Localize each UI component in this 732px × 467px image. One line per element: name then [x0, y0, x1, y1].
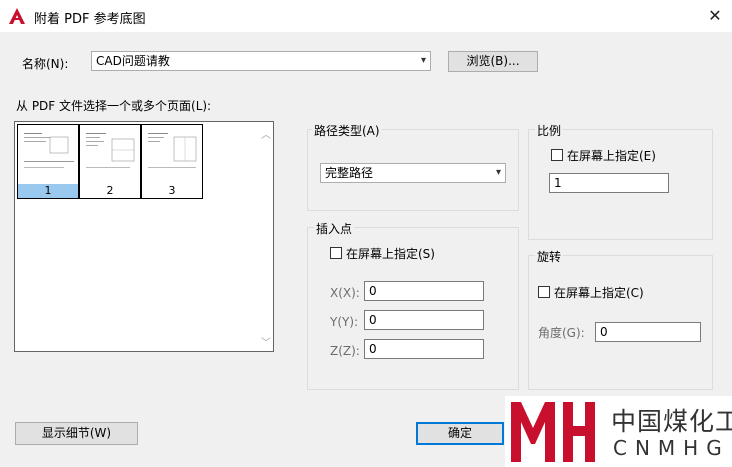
insertion-point-title: 插入点: [314, 220, 355, 237]
scroll-down-icon[interactable]: ﹀: [261, 334, 271, 349]
autocad-app-icon: [8, 7, 26, 25]
page-preview-image: [82, 127, 138, 183]
chevron-down-icon: ▾: [495, 167, 501, 178]
path-type-value: 完整路径: [325, 166, 374, 180]
page-number: 1: [18, 184, 78, 198]
scale-input[interactable]: 1: [549, 173, 669, 193]
name-combo[interactable]: CAD问题请教 ▾: [91, 51, 431, 71]
name-label: 名称(N):: [22, 57, 69, 71]
rotation-specify-checkbox[interactable]: [538, 286, 550, 298]
scale-specify-label: 在屏幕上指定(E): [567, 149, 656, 163]
watermark-cn-text: 中国煤化工: [611, 407, 732, 436]
page-number: 2: [106, 184, 114, 197]
page-thumbnail-list[interactable]: 1 2 3 ︿ ﹀: [14, 121, 274, 352]
window-title: 附着 PDF 参考底图: [34, 12, 146, 27]
z-input[interactable]: 0: [364, 339, 484, 359]
angle-label: 角度(G):: [538, 326, 585, 340]
browse-button[interactable]: 浏览(B)...: [448, 51, 538, 72]
show-details-button[interactable]: 显示细节(W): [15, 422, 138, 445]
page-preview-image: [144, 127, 200, 183]
path-type-combo[interactable]: 完整路径 ▾: [320, 163, 506, 183]
close-icon[interactable]: ✕: [704, 5, 726, 27]
name-combo-value: CAD问题请教: [96, 54, 170, 68]
insertion-specify-label: 在屏幕上指定(S): [346, 247, 435, 261]
page-thumbnail-2[interactable]: 2: [79, 124, 141, 199]
scroll-up-icon[interactable]: ︿: [261, 126, 271, 141]
y-label: Y(Y):: [330, 315, 359, 329]
angle-input[interactable]: 0: [595, 322, 701, 342]
scale-specify-checkbox[interactable]: [551, 149, 563, 161]
z-label: Z(Z):: [330, 344, 360, 358]
scale-title: 比例: [535, 122, 564, 139]
watermark-overlay: 中国煤化工 CNMHG: [505, 396, 732, 467]
ok-button[interactable]: 确定: [416, 422, 504, 445]
x-input[interactable]: 0: [364, 281, 484, 301]
path-type-title: 路径类型(A): [312, 122, 382, 139]
y-input[interactable]: 0: [364, 310, 484, 330]
page-preview-image: [20, 127, 76, 183]
insertion-specify-checkbox[interactable]: [330, 247, 342, 259]
page-select-label: 从 PDF 文件选择一个或多个页面(L):: [16, 99, 212, 113]
x-label: X(X):: [330, 286, 360, 300]
rotation-title: 旋转: [535, 248, 564, 265]
page-number: 3: [168, 184, 176, 197]
watermark-en-text: CNMHG: [613, 436, 730, 460]
watermark-logo-icon: [507, 398, 599, 464]
chevron-down-icon: ▾: [420, 55, 426, 66]
page-thumbnail-1[interactable]: 1: [17, 124, 79, 199]
page-thumbnail-3[interactable]: 3: [141, 124, 203, 199]
rotation-specify-label: 在屏幕上指定(C): [554, 286, 644, 300]
